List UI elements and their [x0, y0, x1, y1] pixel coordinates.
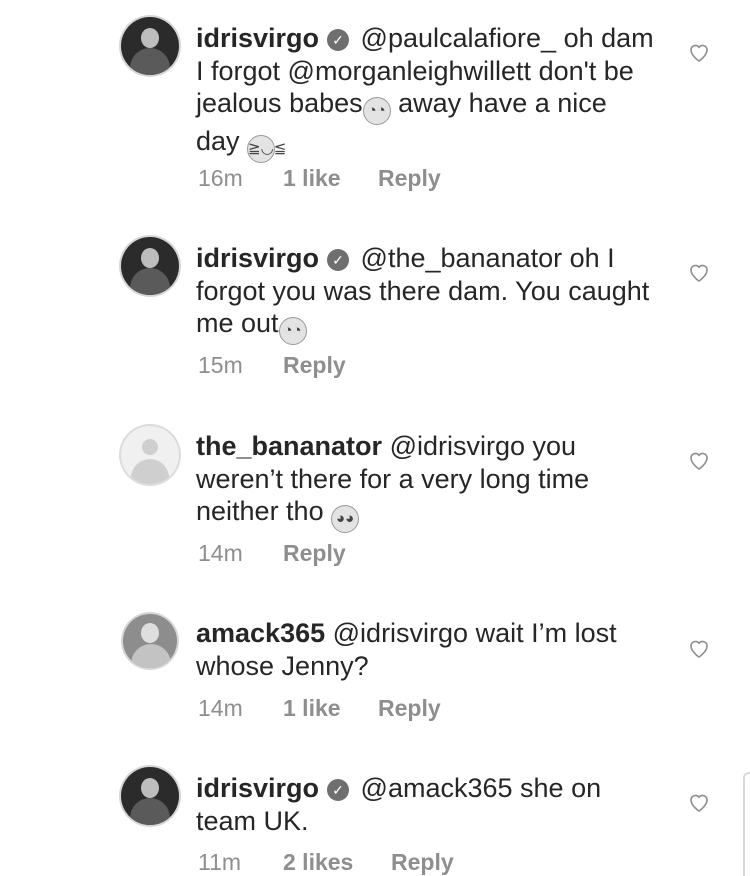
- username[interactable]: idrisvirgo: [196, 243, 319, 273]
- comment-text: idrisvirgo ✓ @paulcalafiore_ oh dam I for…: [196, 22, 656, 163]
- avatar[interactable]: [121, 426, 179, 484]
- heart-outline-icon[interactable]: [687, 448, 711, 472]
- verified-badge-icon: ✓: [327, 249, 350, 271]
- timestamp: 16m: [198, 165, 243, 191]
- comment-meta: 16m 1 like Reply: [198, 165, 441, 192]
- reply-button[interactable]: Reply: [378, 695, 441, 722]
- scrollbar[interactable]: [743, 772, 750, 876]
- heart-outline-icon[interactable]: [687, 790, 711, 814]
- likes-count[interactable]: 2 likes: [283, 849, 391, 876]
- reply-button[interactable]: Reply: [378, 165, 441, 192]
- comment-text: amack365 @idrisvirgo wait I’m lost whose…: [196, 617, 656, 682]
- username[interactable]: idrisvirgo: [196, 23, 319, 53]
- avatar[interactable]: [121, 767, 179, 825]
- reply-button[interactable]: Reply: [283, 352, 346, 379]
- timestamp: 14m: [198, 540, 243, 566]
- comment-meta: 15m Reply: [198, 352, 346, 379]
- verified-badge-icon: ✓: [327, 779, 350, 801]
- username[interactable]: idrisvirgo: [196, 773, 319, 803]
- avatar[interactable]: [121, 17, 179, 75]
- pleading-face-icon: ◔◔: [278, 317, 307, 345]
- grinning-squinting-face-icon: ≧◡≦: [247, 135, 286, 163]
- comment-text: idrisvirgo ✓ @amack365 she on team UK.: [196, 772, 656, 837]
- heart-outline-icon[interactable]: [687, 40, 711, 64]
- verified-badge-icon: ✓: [327, 29, 350, 51]
- timestamp: 15m: [198, 352, 243, 378]
- likes-count[interactable]: 1 like: [283, 165, 378, 192]
- comment-text: idrisvirgo ✓ @the_bananator oh I forgot y…: [196, 242, 656, 345]
- username[interactable]: amack365: [196, 618, 325, 648]
- avatar[interactable]: [123, 614, 177, 668]
- reply-button[interactable]: Reply: [283, 540, 346, 567]
- comment-meta: 11m 2 likes Reply: [198, 849, 454, 876]
- pleading-face-icon: ◔◔: [362, 97, 391, 125]
- heart-outline-icon[interactable]: [687, 260, 711, 284]
- likes-count[interactable]: 1 like: [283, 695, 378, 722]
- comment-meta: 14m Reply: [198, 540, 346, 567]
- username[interactable]: the_bananator: [196, 431, 382, 461]
- reply-button[interactable]: Reply: [391, 849, 454, 876]
- face-with-hand-over-mouth-icon: ◕◕: [331, 505, 360, 533]
- comment-meta: 14m 1 like Reply: [198, 695, 441, 722]
- timestamp: 14m: [198, 695, 243, 721]
- heart-outline-icon[interactable]: [687, 636, 711, 660]
- comment-text: the_bananator @idrisvirgo you weren’t th…: [196, 430, 656, 533]
- timestamp: 11m: [198, 849, 242, 875]
- avatar[interactable]: [121, 237, 179, 295]
